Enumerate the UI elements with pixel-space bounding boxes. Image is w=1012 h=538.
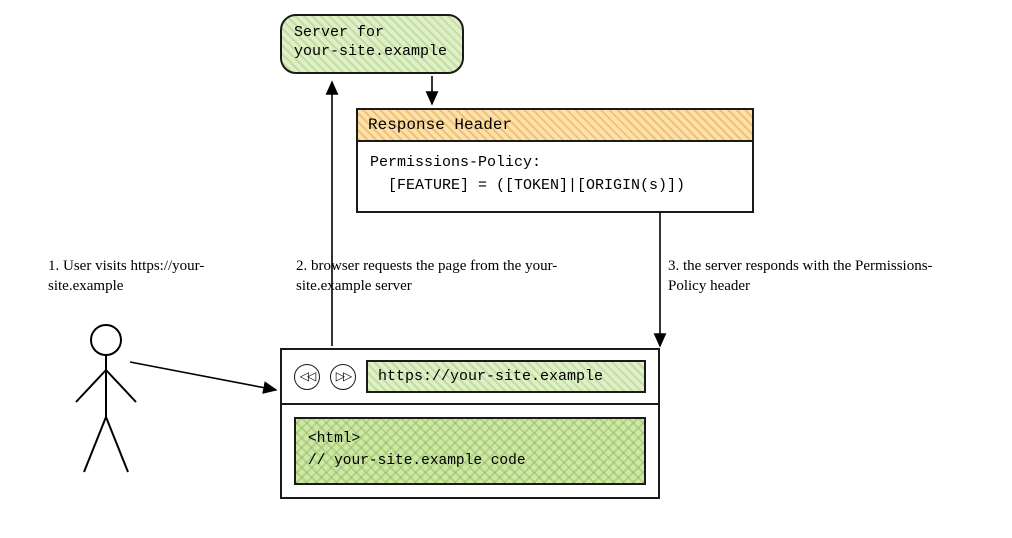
code-line2: // your-site.example code: [308, 453, 526, 469]
code-line1: <html>: [308, 431, 360, 447]
diagram-root: { "server": { "line1": "Server for", "li…: [0, 0, 1012, 538]
browser-window: ◁◁ ▷▷ https://your-site.example <html> /…: [280, 348, 660, 499]
server-label-line2: your-site.example: [294, 43, 447, 60]
step-1-label: 1. User visits https://your-site.example: [48, 256, 268, 297]
arrow-user-to-browser: [130, 362, 276, 390]
server-box: Server for your-site.example: [280, 14, 464, 74]
response-line2: [FEATURE] = ([TOKEN]|[ORIGIN(s)]): [370, 175, 740, 198]
response-header-box: Response Header Permissions-Policy: [FEA…: [356, 108, 754, 213]
browser-viewport: <html> // your-site.example code: [282, 405, 658, 497]
forward-button[interactable]: ▷▷: [330, 364, 356, 390]
step-3-label: 3. the server responds with the Permissi…: [668, 256, 948, 297]
server-label-line1: Server for: [294, 24, 384, 41]
page-code-box: <html> // your-site.example code: [294, 417, 646, 485]
response-header-title: Response Header: [358, 110, 752, 142]
back-button[interactable]: ◁◁: [294, 364, 320, 390]
address-bar[interactable]: https://your-site.example: [366, 360, 646, 393]
address-bar-text: https://your-site.example: [378, 368, 603, 385]
rewind-icon: ◁◁: [300, 369, 314, 384]
step-2-label: 2. browser requests the page from the yo…: [296, 256, 596, 297]
fast-forward-icon: ▷▷: [336, 369, 350, 384]
response-line1: Permissions-Policy:: [370, 154, 541, 171]
user-icon: [66, 322, 146, 482]
response-header-body: Permissions-Policy: [FEATURE] = ([TOKEN]…: [358, 142, 752, 211]
browser-toolbar: ◁◁ ▷▷ https://your-site.example: [282, 350, 658, 405]
